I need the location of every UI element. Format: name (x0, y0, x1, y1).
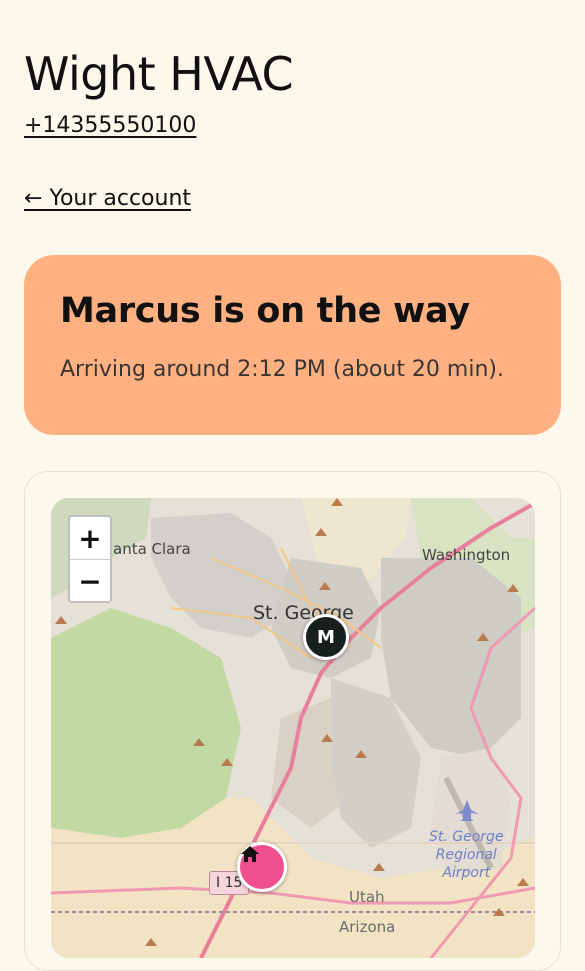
map-card: anta Clara Washington St. George St. Geo… (24, 471, 561, 971)
your-account-link[interactable]: ← Your account (24, 186, 191, 211)
arrival-estimate: Arriving around 2:12 PM (about 20 min). (60, 357, 504, 382)
map-tiles (51, 498, 535, 958)
map-label-washington: Washington (422, 546, 511, 564)
company-name: Wight HVAC (24, 47, 294, 101)
home-marker[interactable] (237, 842, 287, 892)
technician-marker[interactable]: M (303, 614, 349, 660)
zoom-control: + − (68, 515, 112, 603)
status-card: Marcus is on the way Arriving around 2:1… (24, 255, 561, 435)
map-label-airport: St. George Regional Airport (429, 829, 504, 881)
home-icon (241, 846, 259, 862)
map-label-santa-clara: anta Clara (113, 540, 191, 558)
map[interactable]: anta Clara Washington St. George St. Geo… (51, 498, 535, 958)
zoom-out-button[interactable]: − (70, 559, 110, 601)
phone-link[interactable]: +14355550100 (24, 113, 196, 138)
map-label-arizona: Arizona (339, 918, 396, 936)
map-label-utah: Utah (349, 888, 385, 906)
status-title: Marcus is on the way (60, 291, 470, 331)
zoom-in-button[interactable]: + (70, 517, 110, 559)
